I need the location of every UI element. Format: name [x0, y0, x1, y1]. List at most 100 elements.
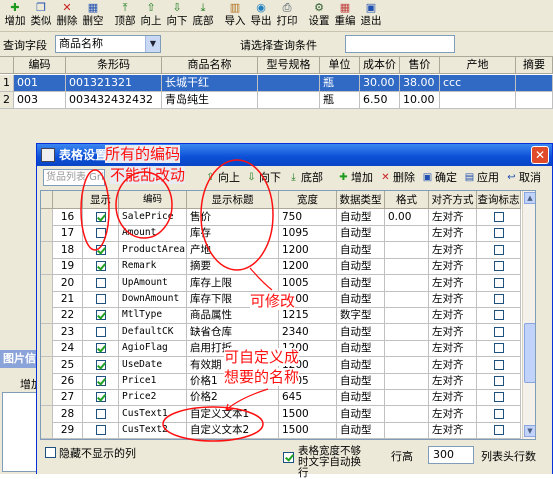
show-checkbox[interactable] [95, 228, 106, 239]
alignment[interactable]: 左对齐 [429, 373, 477, 390]
query-flag-checkbox[interactable] [493, 244, 504, 255]
table-row[interactable]: 1 001 001321321 长城干红 瓶 30.00 38.00 ccc [0, 75, 553, 92]
toolbar-button-delete[interactable]: ✕ 删除 [54, 0, 80, 30]
format[interactable] [385, 291, 429, 308]
scroll-up-icon[interactable]: ▲ [524, 192, 535, 204]
display-title[interactable]: 售价 [187, 209, 279, 226]
toolbar-button-exit[interactable]: ▣ 退出 [358, 0, 384, 30]
column-width[interactable]: 1005 [279, 274, 337, 292]
format[interactable] [385, 225, 429, 243]
table-cell[interactable]: 003 [14, 92, 66, 109]
data-type[interactable]: 自动型 [337, 291, 385, 308]
toolbar-button-add[interactable]: ✚ 增加 [2, 0, 28, 30]
column-width[interactable]: 1500 [279, 422, 337, 439]
query-flag-checkbox[interactable] [493, 294, 504, 304]
toolbar-button-top[interactable]: ⤒ 顶部 [112, 0, 138, 30]
alignment[interactable]: 左对齐 [429, 209, 477, 226]
query-flag-checkbox[interactable] [493, 212, 504, 222]
table-cell[interactable]: 30.00 [360, 75, 400, 92]
alignment[interactable]: 左对齐 [429, 274, 477, 292]
toolbar-button-import[interactable]: ▥ 导入 [222, 0, 248, 30]
move-up-button[interactable]: ⇧ 向上 [204, 169, 240, 186]
data-type[interactable]: 自动型 [337, 225, 385, 243]
scroll-down-icon[interactable]: ▼ [524, 425, 535, 437]
column-header[interactable]: 售价 [400, 57, 440, 74]
table-cell[interactable] [516, 92, 553, 109]
table-cell[interactable]: 瓶 [320, 92, 360, 109]
query-flag-checkbox[interactable] [493, 310, 504, 321]
data-type[interactable]: 自动型 [337, 241, 385, 259]
alignment[interactable]: 左对齐 [429, 291, 477, 308]
query-flag-checkbox[interactable] [493, 408, 504, 419]
column-width[interactable]: 1200 [279, 258, 337, 276]
alignment[interactable]: 左对齐 [429, 389, 477, 407]
column-header[interactable]: 产地 [440, 57, 516, 74]
query-field-select[interactable]: 商品名称 ▼ [55, 35, 161, 53]
format[interactable] [385, 340, 429, 358]
query-condition-input[interactable] [345, 35, 455, 53]
format[interactable] [385, 323, 429, 341]
format[interactable] [385, 422, 429, 439]
display-title[interactable]: 库存上限 [187, 274, 279, 292]
query-flag-checkbox[interactable] [493, 425, 504, 436]
query-flag-checkbox[interactable] [493, 376, 504, 386]
data-type[interactable]: 数字型 [337, 307, 385, 325]
toolbar-button-bottom[interactable]: ⤓ 底部 [190, 0, 216, 30]
alignment[interactable]: 左对齐 [429, 340, 477, 358]
table-cell[interactable]: ccc [440, 75, 516, 92]
format[interactable] [385, 241, 429, 259]
column-width[interactable]: 1200 [279, 241, 337, 259]
display-title[interactable]: 库存 [187, 225, 279, 243]
column-header[interactable]: 编码 [14, 57, 66, 74]
show-checkbox[interactable] [95, 244, 106, 255]
display-title[interactable]: 缺省仓库 [187, 323, 279, 341]
move-bottom-button[interactable]: ⤓ 底部 [287, 169, 323, 186]
column-header[interactable]: 单位 [320, 57, 360, 74]
data-type[interactable]: 自动型 [337, 356, 385, 374]
display-title[interactable]: 产地 [187, 241, 279, 259]
display-title[interactable]: 自定义文本2 [187, 422, 279, 439]
cancel-button[interactable]: ↩ 取消 [505, 169, 541, 186]
alignment[interactable]: 左对齐 [429, 422, 477, 439]
table-cell[interactable] [258, 92, 320, 109]
column-width[interactable]: 750 [279, 209, 337, 226]
alignment[interactable]: 左对齐 [429, 241, 477, 259]
column-width[interactable]: 645 [279, 389, 337, 407]
format[interactable] [385, 389, 429, 407]
row-height-input[interactable]: 300 [428, 446, 474, 464]
table-cell[interactable] [258, 75, 320, 92]
display-title[interactable]: 价格2 [187, 389, 279, 407]
show-checkbox[interactable] [95, 359, 106, 370]
format[interactable] [385, 405, 429, 423]
show-checkbox[interactable] [95, 326, 106, 337]
table-row[interactable]: 2 003 003432432432 青岛纯生 瓶 6.50 10.00 [0, 92, 553, 109]
query-flag-checkbox[interactable] [493, 392, 504, 403]
table-cell[interactable]: 青岛纯生 [162, 92, 258, 109]
toolbar-button-settings[interactable]: ⚙ 设置 [306, 0, 332, 30]
settings-row[interactable]: 29 CusText2 自定义文本2 1500 自动型 左对齐 [41, 422, 521, 439]
format[interactable] [385, 373, 429, 390]
show-checkbox[interactable] [95, 376, 106, 386]
table-cell[interactable] [516, 75, 553, 92]
settings-row[interactable]: 28 CusText1 自定义文本1 1500 自动型 左对齐 [41, 405, 521, 423]
toolbar-button-export[interactable]: ◉ 导出 [248, 0, 274, 30]
query-flag-checkbox[interactable] [493, 277, 504, 288]
show-checkbox[interactable] [95, 261, 106, 272]
data-type[interactable]: 自动型 [337, 274, 385, 292]
column-header[interactable]: 条形码 [66, 57, 162, 74]
show-checkbox[interactable] [95, 425, 106, 436]
alignment[interactable]: 左对齐 [429, 258, 477, 276]
table-cell[interactable]: 001 [14, 75, 66, 92]
format[interactable] [385, 307, 429, 325]
table-cell[interactable]: 38.00 [400, 75, 440, 92]
alignment[interactable]: 左对齐 [429, 405, 477, 423]
column-header[interactable]: 摘要 [516, 57, 553, 74]
data-type[interactable]: 自动型 [337, 389, 385, 407]
data-type[interactable]: 自动型 [337, 340, 385, 358]
show-checkbox[interactable] [95, 310, 106, 321]
table-cell[interactable]: 长城干红 [162, 75, 258, 92]
settings-row[interactable]: 18 ProductArea 产地 1200 自动型 左对齐 [41, 241, 521, 259]
toolbar-button-renumber[interactable]: ▦ 重编 [332, 0, 358, 30]
alignment[interactable]: 左对齐 [429, 307, 477, 325]
toolbar-button-copy[interactable]: ❐ 类似 [28, 0, 54, 30]
